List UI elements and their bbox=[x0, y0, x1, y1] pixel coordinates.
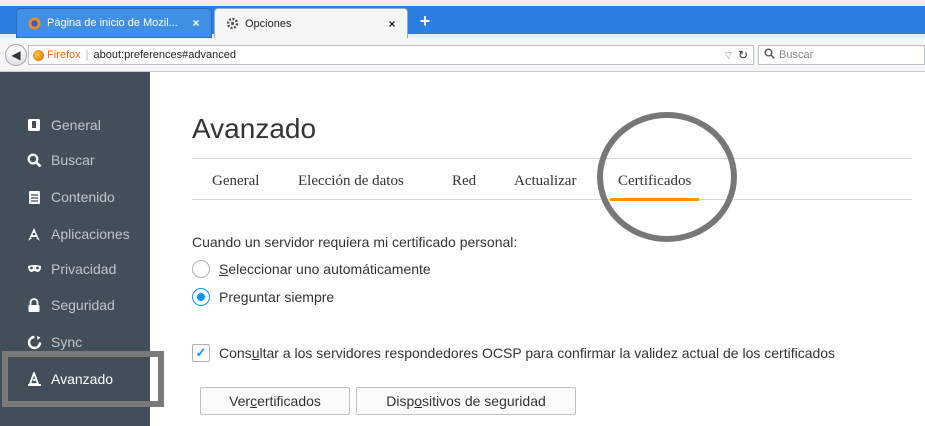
reload-icon[interactable]: ↻ bbox=[738, 48, 748, 62]
radio-label: Seleccionar uno automáticamente bbox=[219, 261, 431, 277]
sidebar-item-general[interactable]: General bbox=[0, 108, 150, 142]
radio-ask-every-time[interactable]: Preguntar siempre bbox=[192, 286, 334, 308]
tab-options[interactable]: Opciones × bbox=[214, 8, 408, 38]
rocket-icon bbox=[26, 226, 42, 242]
sidebar-item-label: Privacidad bbox=[51, 261, 117, 277]
sidebar-item-label: Seguridad bbox=[51, 297, 115, 313]
close-tab-icon[interactable]: × bbox=[383, 17, 401, 31]
sidebar-item-label: General bbox=[51, 117, 101, 133]
gear-icon bbox=[225, 17, 239, 31]
checkmark-icon: ✓ bbox=[195, 345, 207, 360]
sidebar-item-label: Aplicaciones bbox=[51, 226, 130, 242]
highlight-box bbox=[2, 351, 164, 407]
radio-button[interactable] bbox=[192, 260, 210, 278]
search-placeholder: Buscar bbox=[779, 49, 814, 61]
lock-icon bbox=[26, 297, 42, 313]
url-bar[interactable]: Firefox | about:preferences#advanced ▽ ↻ bbox=[28, 45, 754, 65]
url-text[interactable]: about:preferences#advanced bbox=[93, 49, 725, 61]
radio-label: Preguntar siempre bbox=[219, 289, 335, 305]
mask-icon bbox=[26, 261, 42, 277]
tab-data-choices[interactable]: Elección de datos bbox=[298, 162, 404, 200]
general-icon bbox=[26, 117, 42, 133]
sidebar-item-label: Buscar bbox=[51, 152, 95, 168]
sync-icon bbox=[26, 334, 42, 350]
tab-label: Página de inicio de Mozil... bbox=[47, 17, 178, 29]
security-devices-button[interactable]: Disp o sitivos de seguridad bbox=[356, 387, 576, 415]
tab-mozilla-start[interactable]: Página de inicio de Mozil... × bbox=[16, 8, 212, 38]
sidebar-item-privacy[interactable]: Privacidad bbox=[0, 252, 150, 286]
back-arrow-icon: ◀ bbox=[11, 48, 21, 62]
new-tab-button[interactable]: + bbox=[414, 10, 436, 32]
ocsp-checkbox-row[interactable]: ✓ Consultar a los servidores respondedor… bbox=[192, 342, 835, 364]
identity-label: Firefox bbox=[47, 49, 81, 61]
sidebar-item-label: Sync bbox=[51, 334, 83, 350]
document-icon bbox=[26, 189, 42, 205]
radio-button[interactable] bbox=[192, 288, 210, 306]
sidebar-item-applications[interactable]: Aplicaciones bbox=[0, 217, 150, 251]
search-icon bbox=[764, 48, 775, 62]
dropdown-arrow-icon[interactable]: ▽ bbox=[725, 50, 732, 61]
firefox-identity-icon bbox=[33, 49, 44, 61]
advanced-subtabs: General Elección de datos Red Actualizar… bbox=[192, 162, 912, 201]
sidebar-item-search[interactable]: Buscar bbox=[0, 143, 150, 177]
radio-dot bbox=[197, 293, 205, 301]
radio-select-automatically[interactable]: Seleccionar uno automáticamente bbox=[192, 258, 431, 280]
close-tab-icon[interactable]: × bbox=[187, 16, 205, 30]
sidebar-item-label: Contenido bbox=[51, 189, 115, 205]
checkbox[interactable]: ✓ bbox=[192, 344, 210, 362]
tab-network[interactable]: Red bbox=[452, 162, 476, 200]
tab-label: Opciones bbox=[245, 17, 292, 30]
highlight-circle bbox=[597, 112, 737, 242]
back-button[interactable]: ◀ bbox=[5, 44, 27, 66]
sidebar-item-content[interactable]: Contenido bbox=[0, 180, 150, 214]
firefox-icon bbox=[27, 16, 41, 30]
url-separator: | bbox=[85, 49, 89, 61]
sidebar-item-security[interactable]: Seguridad bbox=[0, 288, 150, 322]
certificate-request-prompt: Cuando un servidor requiera mi certifica… bbox=[192, 234, 518, 250]
page-title: Avanzado bbox=[192, 113, 317, 144]
view-certificates-button[interactable]: Ver c ertificados bbox=[200, 387, 350, 415]
search-icon bbox=[26, 152, 42, 168]
tab-update[interactable]: Actualizar bbox=[514, 162, 576, 200]
tab-general[interactable]: General bbox=[212, 162, 259, 200]
title-divider bbox=[192, 158, 912, 159]
search-input[interactable]: Buscar bbox=[758, 45, 925, 65]
checkbox-label: Consultar a los servidores respondedores… bbox=[219, 345, 836, 361]
